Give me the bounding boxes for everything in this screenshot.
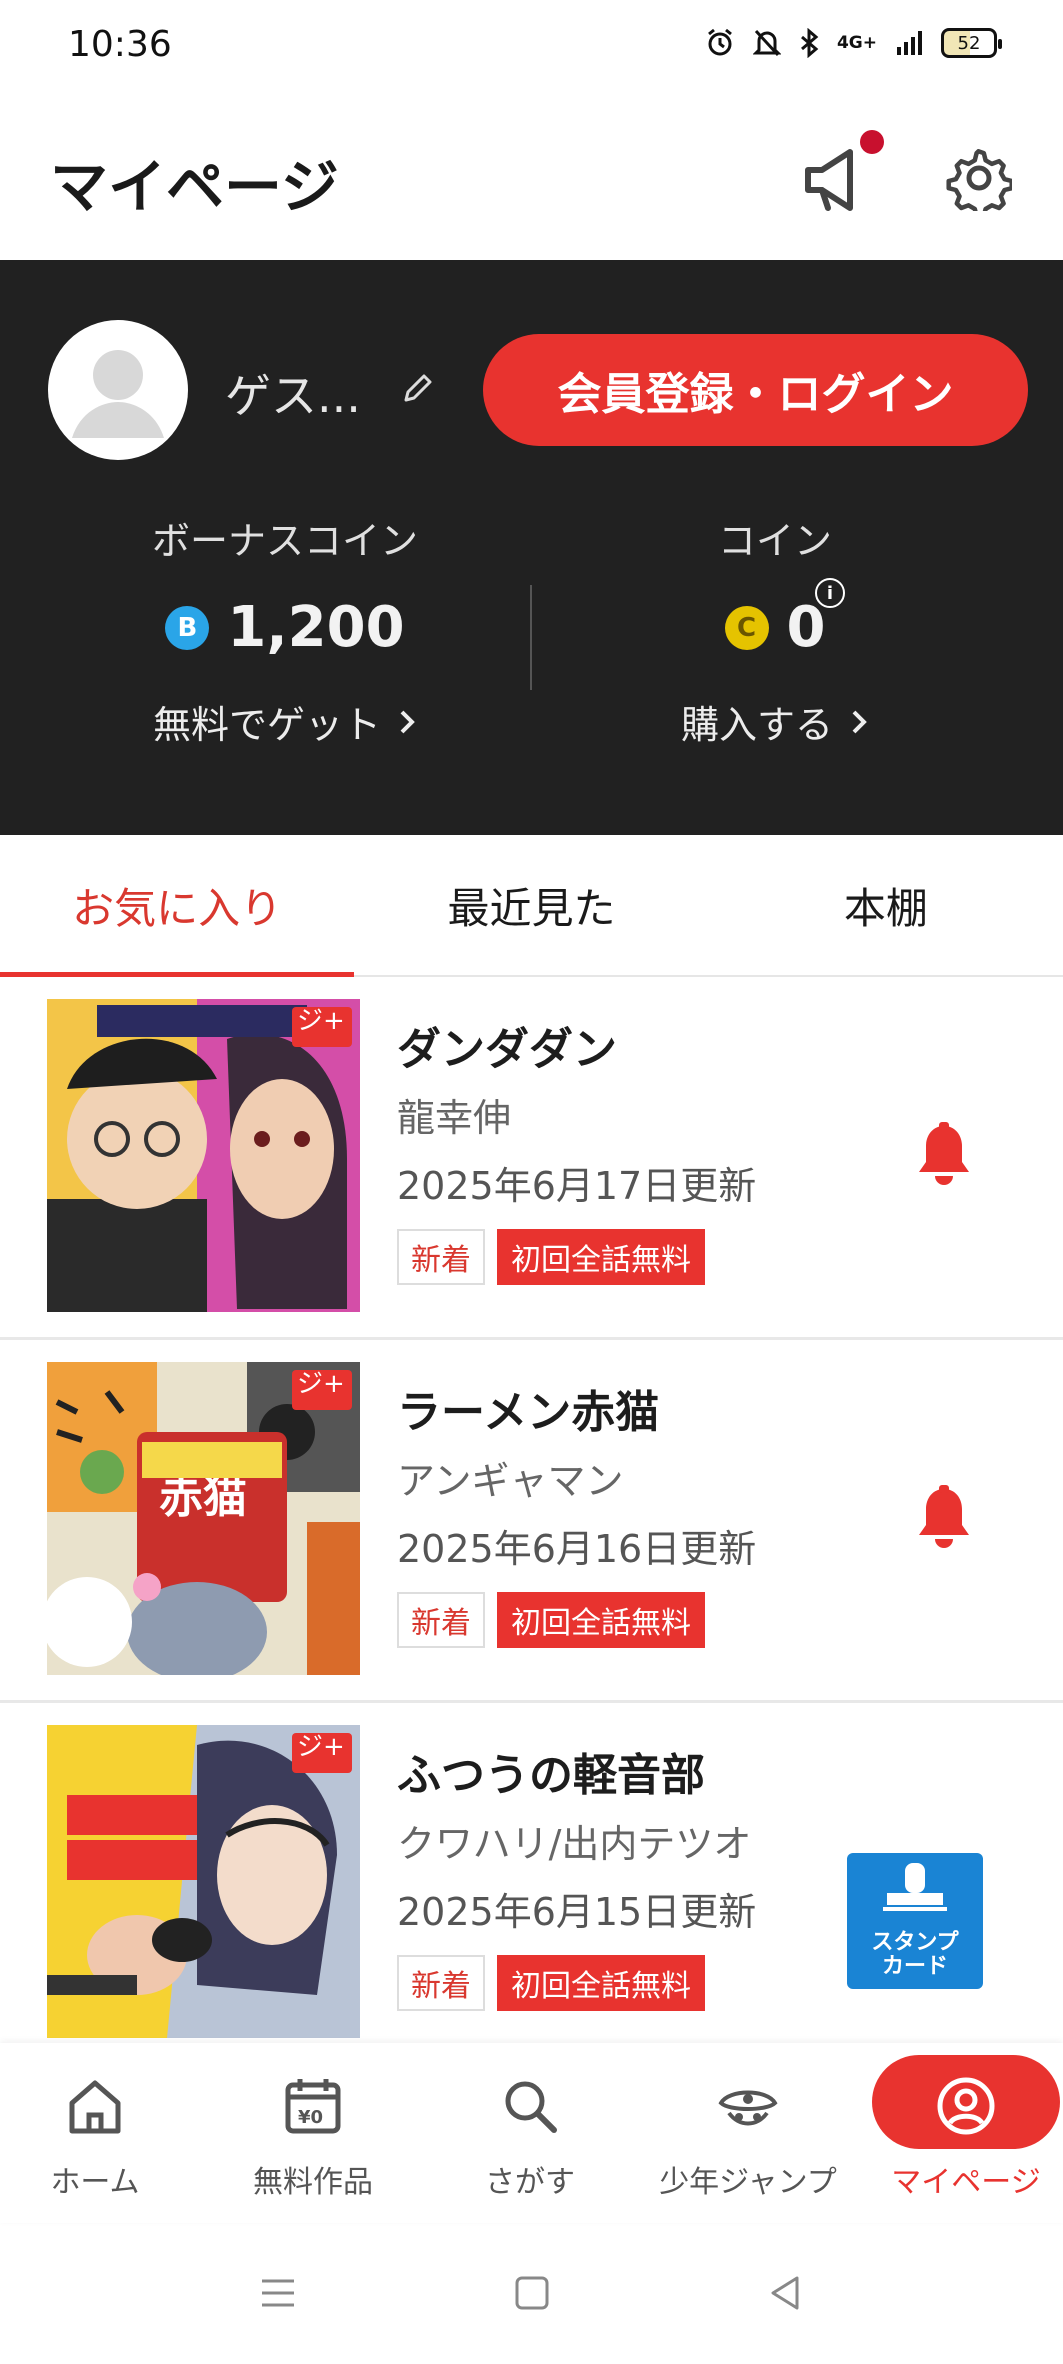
notification-dot — [860, 130, 884, 154]
battery-level: 52 — [957, 32, 981, 54]
status-bar: 10:36 4G+ 52 — [0, 0, 1063, 95]
bluetooth-icon — [800, 28, 819, 58]
bonus-coin-section: ボーナスコイン B 1,200 無料でゲット — [60, 510, 510, 749]
new-badge: 新着 — [397, 1955, 485, 2011]
nav-search[interactable]: さがす — [430, 2043, 630, 2223]
tab-bar: お気に入り 最近見た 本棚 — [0, 835, 1063, 977]
stamp-card-button[interactable]: スタンプ カード — [847, 1853, 983, 1989]
coin-value: 0 — [786, 595, 826, 660]
jump-pirate-icon — [718, 2090, 778, 2126]
bell-icon[interactable] — [915, 1485, 973, 1551]
signal-icon — [897, 31, 922, 55]
cover-image: ジ+ — [47, 999, 360, 1312]
nav-home-label: ホーム — [50, 2165, 140, 2200]
status-time: 10:36 — [68, 24, 172, 65]
search-icon — [505, 2081, 557, 2133]
cover-image: 赤猫 ジ+ — [47, 1362, 360, 1675]
nav-home[interactable]: ホーム — [0, 2043, 195, 2223]
chevron-right-icon — [852, 710, 867, 733]
item-title: ラーメン赤猫 — [397, 1387, 660, 1438]
item-date: 2025年6月16日更新 — [397, 1527, 757, 1571]
coin-divider — [530, 585, 532, 690]
svg-text:ジ+: ジ+ — [297, 1732, 345, 1762]
coin-label: コイン — [717, 519, 832, 563]
home-icon — [69, 2080, 121, 2134]
item-tags: 新着 初回全話無料 — [397, 1592, 705, 1648]
nav-shonen-jump-label: 少年ジャンプ — [659, 2165, 837, 2200]
new-badge: 新着 — [397, 1592, 485, 1648]
app-header: マイページ — [0, 95, 1063, 260]
stamp-card-line2: カード — [881, 1954, 948, 1979]
nav-my-page[interactable]: マイページ — [866, 2043, 1063, 2223]
info-icon[interactable]: i — [815, 578, 845, 608]
item-tags: 新着 初回全話無料 — [397, 1955, 705, 2011]
stamp-card-line1: スタンプ — [871, 1930, 959, 1955]
bonus-coin-value: 1,200 — [227, 595, 405, 660]
tab-bookshelf[interactable]: 本棚 — [709, 835, 1063, 975]
svg-text:ジ+: ジ+ — [297, 1369, 345, 1399]
get-free-coins-label: 無料でゲット — [152, 703, 381, 747]
coin-icon: C — [724, 605, 769, 650]
home-square-icon[interactable] — [512, 2273, 552, 2313]
bell-icon[interactable] — [915, 1122, 973, 1188]
cover-image: ジ+ — [47, 1725, 360, 2038]
person-placeholder-icon — [72, 350, 164, 438]
tab-recently-viewed[interactable]: 最近見た — [354, 835, 708, 975]
get-free-coins-link[interactable]: 無料でゲット — [153, 694, 417, 749]
free-badge: 初回全話無料 — [497, 1229, 705, 1285]
back-triangle-icon[interactable] — [765, 2273, 805, 2313]
stamp-icon — [883, 1863, 947, 1911]
coin-section: コイン C 0 購入する — [550, 510, 1000, 749]
nav-my-page-label: マイページ — [891, 2165, 1041, 2200]
pencil-icon[interactable] — [400, 372, 434, 406]
nav-search-label: さがす — [485, 2165, 575, 2200]
calendar-free-icon: ¥0 — [285, 2079, 341, 2134]
list-item[interactable]: ジ+ ダンダダン 龍幸伸 2025年6月17日更新 新着 初回全話無料 — [0, 977, 1063, 1340]
menu-icon[interactable] — [258, 2273, 298, 2313]
username: ゲス... — [225, 369, 361, 423]
battery-icon: 52 — [941, 28, 1002, 58]
free-badge: 初回全話無料 — [497, 1592, 705, 1648]
purchase-coins-label: 購入する — [680, 703, 833, 747]
item-date: 2025年6月17日更新 — [397, 1164, 757, 1208]
system-nav-bar — [0, 2223, 1063, 2364]
svg-text:¥0: ¥0 — [298, 2107, 323, 2128]
signup-login-button[interactable]: 会員登録・ログイン — [483, 334, 1028, 446]
tab-favorites[interactable]: お気に入り — [0, 835, 355, 977]
item-tags: 新着 初回全話無料 — [397, 1229, 705, 1285]
item-author: 龍幸伸 — [397, 1096, 512, 1140]
chevron-right-icon — [400, 710, 415, 733]
item-date: 2025年6月15日更新 — [397, 1890, 757, 1934]
free-badge: 初回全話無料 — [497, 1955, 705, 2011]
svg-text:赤猫: 赤猫 — [159, 1472, 247, 1523]
person-icon — [937, 2077, 995, 2135]
purchase-coins-link[interactable]: 購入する — [681, 694, 869, 749]
nav-free-works[interactable]: ¥0 無料作品 — [213, 2043, 413, 2223]
item-title: ダンダダン — [397, 1024, 617, 1075]
list-item[interactable]: 赤猫 ジ+ ラーメン赤猫 アンギャマン 2025年6月16日更新 新着 初回全話… — [0, 1340, 1063, 1703]
nav-free-works-label: 無料作品 — [253, 2165, 373, 2200]
bottom-navigation: ホーム ¥0 無料作品 さがす 少年ジャンプ マイページ — [0, 2043, 1063, 2223]
profile-panel: ゲス... 会員登録・ログイン ボーナスコイン B 1,200 無料でゲット コ… — [0, 260, 1063, 835]
page-title: マイページ — [50, 153, 339, 221]
item-author: アンギャマン — [397, 1459, 624, 1503]
nav-shonen-jump[interactable]: 少年ジャンプ — [648, 2043, 848, 2223]
svg-text:ジ+: ジ+ — [297, 1006, 345, 1036]
mute-bell-icon — [752, 29, 781, 57]
avatar[interactable] — [48, 320, 188, 460]
new-badge: 新着 — [397, 1229, 485, 1285]
status-icons: 4G+ 52 — [705, 28, 1002, 58]
alarm-icon — [708, 28, 732, 56]
item-title: ふつうの軽音部 — [397, 1750, 705, 1801]
bonus-coin-label: ボーナスコイン — [151, 519, 418, 563]
gear-icon[interactable] — [946, 145, 1012, 211]
item-author: クワハリ/出内テツオ — [397, 1822, 752, 1866]
network-type: 4G+ — [836, 33, 877, 53]
bonus-coin-icon: B — [165, 605, 210, 650]
